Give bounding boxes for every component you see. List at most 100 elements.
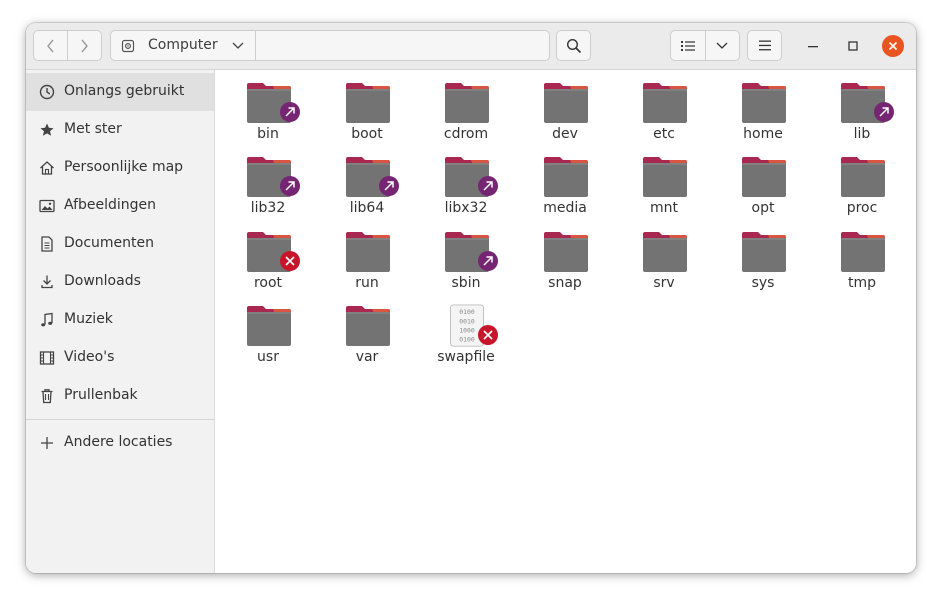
sidebar-item-music[interactable]: Muziek: [26, 301, 214, 339]
file-name-label: root: [253, 275, 283, 291]
sidebar-item-documents[interactable]: Documenten: [26, 225, 214, 263]
navigation-buttons: [33, 30, 102, 61]
folder-item[interactable]: media: [525, 151, 605, 221]
file-name-label: swapfile: [437, 349, 495, 365]
music-icon: [41, 312, 53, 327]
sidebar-item-videos[interactable]: Video's: [26, 339, 214, 377]
folder-item[interactable]: bin: [228, 77, 308, 147]
folder-item[interactable]: home: [723, 77, 803, 147]
folder-item[interactable]: opt: [723, 151, 803, 221]
file-name-label: opt: [751, 200, 775, 216]
folder-item[interactable]: snap: [525, 226, 605, 296]
sidebar-item-label: Persoonlijke map: [64, 159, 184, 175]
search-button[interactable]: [556, 30, 591, 61]
forward-button[interactable]: [68, 31, 101, 60]
folder-item[interactable]: srv: [624, 226, 704, 296]
symlink-emblem-icon: [379, 176, 399, 196]
file-name-label: sbin: [451, 275, 481, 291]
file-name-label: sys: [751, 275, 775, 291]
plus-icon: [41, 437, 53, 449]
file-manager-window: Computer Onlangs gebruikt Met ster Perso…: [26, 23, 916, 573]
back-button[interactable]: [34, 31, 67, 60]
home-icon: [40, 161, 54, 175]
star-icon: [40, 123, 54, 136]
folder-icon: [742, 83, 786, 123]
folder-icon: [643, 83, 687, 123]
sidebar-item-other-locations[interactable]: Andere locaties: [26, 424, 214, 462]
folder-icon: [742, 157, 786, 197]
file-name-label: proc: [846, 200, 878, 216]
file-grid: bin boot cdrom dev etc home lib lib32 lib64 libx3…: [215, 70, 916, 573]
file-name-label: boot: [351, 126, 383, 142]
folder-item[interactable]: var: [327, 300, 407, 370]
unreadable-emblem-icon: [280, 251, 300, 271]
folder-item[interactable]: boot: [327, 77, 407, 147]
folder-item[interactable]: proc: [822, 151, 902, 221]
maximize-button[interactable]: [842, 35, 864, 57]
folder-icon: [544, 83, 588, 123]
folder-icon: [346, 232, 390, 272]
folder-item[interactable]: sys: [723, 226, 803, 296]
folder-item[interactable]: cdrom: [426, 77, 506, 147]
minimize-button[interactable]: [802, 35, 824, 57]
file-name-label: libx32: [444, 200, 488, 216]
sidebar-item-starred[interactable]: Met ster: [26, 111, 214, 149]
folder-item[interactable]: dev: [525, 77, 605, 147]
symlink-emblem-icon: [280, 102, 300, 122]
symlink-emblem-icon: [280, 176, 300, 196]
sidebar-item-trash[interactable]: Prullenbak: [26, 377, 214, 415]
folder-item[interactable]: tmp: [822, 226, 902, 296]
folder-item[interactable]: lib64: [327, 151, 407, 221]
file-name-label: home: [743, 126, 783, 142]
list-view-button[interactable]: [671, 31, 705, 60]
folder-icon: [445, 83, 489, 123]
folder-item[interactable]: run: [327, 226, 407, 296]
file-name-label: snap: [548, 275, 582, 291]
folder-item[interactable]: etc: [624, 77, 704, 147]
folder-item[interactable]: lib: [822, 77, 902, 147]
file-name-label: lib64: [349, 200, 385, 216]
file-item[interactable]: 0100 0010 1000 0100 swapfile: [426, 300, 506, 370]
view-options-button[interactable]: [705, 31, 739, 60]
file-name-label: srv: [653, 275, 675, 291]
folder-item[interactable]: usr: [228, 300, 308, 370]
folder-item[interactable]: libx32: [426, 151, 506, 221]
sidebar-item-label: Prullenbak: [64, 387, 138, 403]
path-segment-computer[interactable]: Computer: [111, 31, 256, 60]
file-name-label: usr: [257, 349, 279, 365]
file-name-label: media: [543, 200, 587, 216]
sidebar-item-pictures[interactable]: Afbeeldingen: [26, 187, 214, 225]
search-icon: [566, 38, 581, 53]
video-icon: [39, 351, 55, 365]
main-menu-button[interactable]: [747, 30, 782, 61]
list-view-icon: [680, 40, 695, 51]
sidebar-item-label: Downloads: [64, 273, 141, 289]
sidebar-item-home[interactable]: Persoonlijke map: [26, 149, 214, 187]
file-name-label: var: [355, 349, 379, 365]
sidebar-item-downloads[interactable]: Downloads: [26, 263, 214, 301]
folder-icon: [643, 232, 687, 272]
folder-icon: [544, 232, 588, 272]
hamburger-menu-icon: [758, 40, 771, 51]
folder-item[interactable]: root: [228, 226, 308, 296]
folder-icon: [643, 157, 687, 197]
folder-icon: [742, 232, 786, 272]
view-buttons: [670, 30, 740, 61]
sidebar-item-label: Documenten: [64, 235, 155, 251]
close-button[interactable]: [882, 35, 904, 57]
folder-item[interactable]: lib32: [228, 151, 308, 221]
folder-item[interactable]: mnt: [624, 151, 704, 221]
drive-icon: [121, 39, 135, 53]
sidebar: Onlangs gebruikt Met ster Persoonlijke m…: [26, 70, 215, 573]
folder-icon: [346, 83, 390, 123]
folder-item[interactable]: sbin: [426, 226, 506, 296]
sidebar-item-label: Muziek: [64, 311, 113, 327]
file-name-label: lib: [853, 126, 871, 142]
sidebar-item-recent[interactable]: Onlangs gebruikt: [26, 73, 214, 111]
svg-text:0100: 0100: [459, 308, 475, 316]
close-icon: [888, 41, 898, 51]
sidebar-item-label: Met ster: [64, 121, 122, 137]
location-bar[interactable]: Computer: [110, 30, 550, 61]
svg-text:0010: 0010: [459, 317, 475, 325]
sidebar-item-label: Andere locaties: [64, 434, 173, 450]
